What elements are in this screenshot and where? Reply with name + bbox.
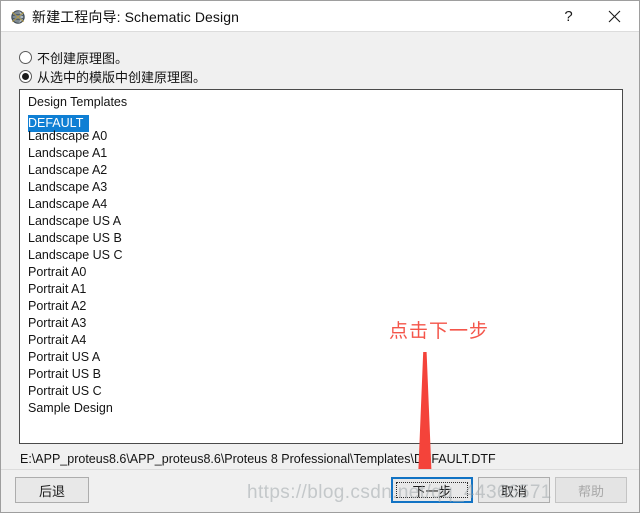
list-item[interactable]: Landscape A4	[20, 196, 622, 213]
list-item[interactable]: Landscape A0	[20, 128, 622, 145]
next-button-label: 下一步	[412, 483, 452, 499]
cancel-button[interactable]: 取消	[478, 477, 550, 503]
list-item[interactable]: Portrait US A	[20, 349, 622, 366]
radio-no-schematic[interactable]: 不创建原理图。	[19, 49, 128, 66]
titlebar: 新建工程向导: Schematic Design ?	[1, 1, 639, 32]
radio-from-template-label: 从选中的模版中创建原理图。	[37, 70, 207, 85]
list-item[interactable]: Landscape A3	[20, 179, 622, 196]
annotation-text: 点击下一步	[389, 321, 490, 342]
back-button[interactable]: 后退	[15, 477, 89, 503]
radio-from-template[interactable]: 从选中的模版中创建原理图。	[19, 68, 206, 85]
list-item[interactable]: Portrait A1	[20, 281, 622, 298]
list-item[interactable]: Portrait A0	[20, 264, 622, 281]
template-path-label: E:\APP_proteus8.6\APP_proteus8.6\Proteus…	[20, 452, 496, 466]
listbox-header: Design Templates	[28, 95, 128, 109]
list-item[interactable]: Portrait A2	[20, 298, 622, 315]
help-button: 帮助	[555, 477, 627, 503]
list-item[interactable]: Portrait US B	[20, 366, 622, 383]
next-button[interactable]: 下一步	[391, 477, 473, 503]
list-item[interactable]: Portrait A4	[20, 332, 622, 349]
radio-no-schematic-label: 不创建原理图。	[37, 51, 129, 66]
list-item[interactable]: Sample Design	[20, 400, 622, 417]
help-icon[interactable]: ?	[546, 1, 591, 31]
help-icon-glyph: ?	[564, 7, 573, 25]
list-item-row[interactable]: DEFAULT	[20, 111, 622, 132]
new-project-wizard-dialog: 新建工程向导: Schematic Design ? 不创建原理图。 从选中的模…	[0, 0, 640, 513]
close-icon-glyph	[608, 10, 621, 22]
design-templates-listbox[interactable]: Design Templates DEFAULT Landscape A0 Land…	[19, 89, 623, 444]
close-icon[interactable]	[592, 1, 637, 31]
proteus-globe-icon	[10, 9, 26, 25]
list-item[interactable]: Landscape US A	[20, 213, 622, 230]
window-title: 新建工程向导: Schematic Design	[32, 9, 240, 25]
dialog-footer: 后退 下一步 取消 帮助	[1, 469, 639, 512]
radio-no-schematic-mark	[19, 51, 32, 64]
radio-from-template-mark	[19, 70, 32, 83]
list-item[interactable]: Landscape US C	[20, 247, 622, 264]
back-button-label: 后退	[38, 483, 65, 499]
cancel-button-label: 取消	[500, 483, 527, 499]
list-item[interactable]: Portrait A3	[20, 315, 622, 332]
help-button-label: 帮助	[577, 483, 604, 499]
list-item[interactable]: Landscape A2	[20, 162, 622, 179]
list-item[interactable]: Landscape US B	[20, 230, 622, 247]
dialog-body: 不创建原理图。 从选中的模版中创建原理图。 Design Templates D…	[1, 32, 639, 512]
list-item[interactable]: Portrait US C	[20, 383, 622, 400]
list-item[interactable]: Landscape A1	[20, 145, 622, 162]
